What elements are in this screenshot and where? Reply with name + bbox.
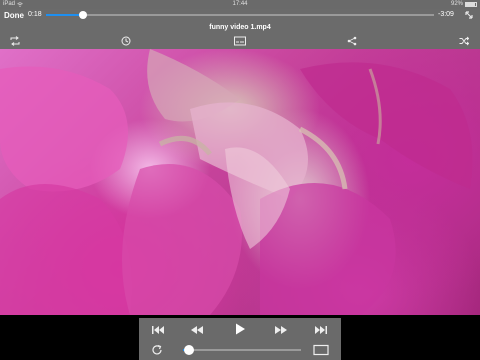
fast-forward-icon[interactable] — [274, 324, 288, 336]
top-control-bar: Done 0:18 -3:09 funny video 1.mp4 — [0, 9, 480, 49]
skip-previous-icon[interactable] — [151, 324, 165, 336]
video-frame[interactable] — [0, 49, 480, 315]
playback-controls — [139, 318, 341, 360]
scrubber-thumb[interactable] — [78, 11, 87, 19]
battery-percent: 92% — [450, 1, 463, 7]
device-label: iPad — [3, 1, 16, 7]
time-remaining: -3:09 — [438, 11, 454, 18]
bottom-area — [0, 315, 480, 360]
speed-slider[interactable] — [183, 345, 301, 355]
play-icon[interactable] — [233, 323, 247, 335]
sleep-timer-icon[interactable] — [121, 36, 131, 46]
speed-slider-thumb[interactable] — [183, 345, 194, 355]
rewind-icon[interactable] — [190, 324, 204, 336]
clock: 17:44 — [232, 1, 248, 7]
time-elapsed: 0:18 — [28, 11, 42, 18]
status-bar: iPad 17:44 92% — [0, 0, 480, 9]
resize-icon[interactable] — [464, 10, 474, 20]
share-icon[interactable] — [347, 36, 357, 46]
playback-scrubber[interactable] — [46, 11, 434, 19]
subtitles-icon[interactable] — [234, 36, 246, 46]
video-image — [0, 49, 473, 315]
aspect-ratio-icon[interactable] — [313, 344, 329, 356]
playback-speed-icon[interactable] — [151, 344, 163, 356]
shuffle-icon[interactable] — [459, 36, 469, 46]
playback-progress — [46, 14, 83, 16]
wifi-icon — [17, 1, 23, 7]
repeat-icon[interactable] — [10, 36, 20, 46]
skip-next-icon[interactable] — [314, 324, 328, 336]
video-title: funny video 1.mp4 — [209, 24, 271, 31]
done-button[interactable]: Done — [4, 11, 24, 20]
battery-icon — [465, 1, 477, 7]
